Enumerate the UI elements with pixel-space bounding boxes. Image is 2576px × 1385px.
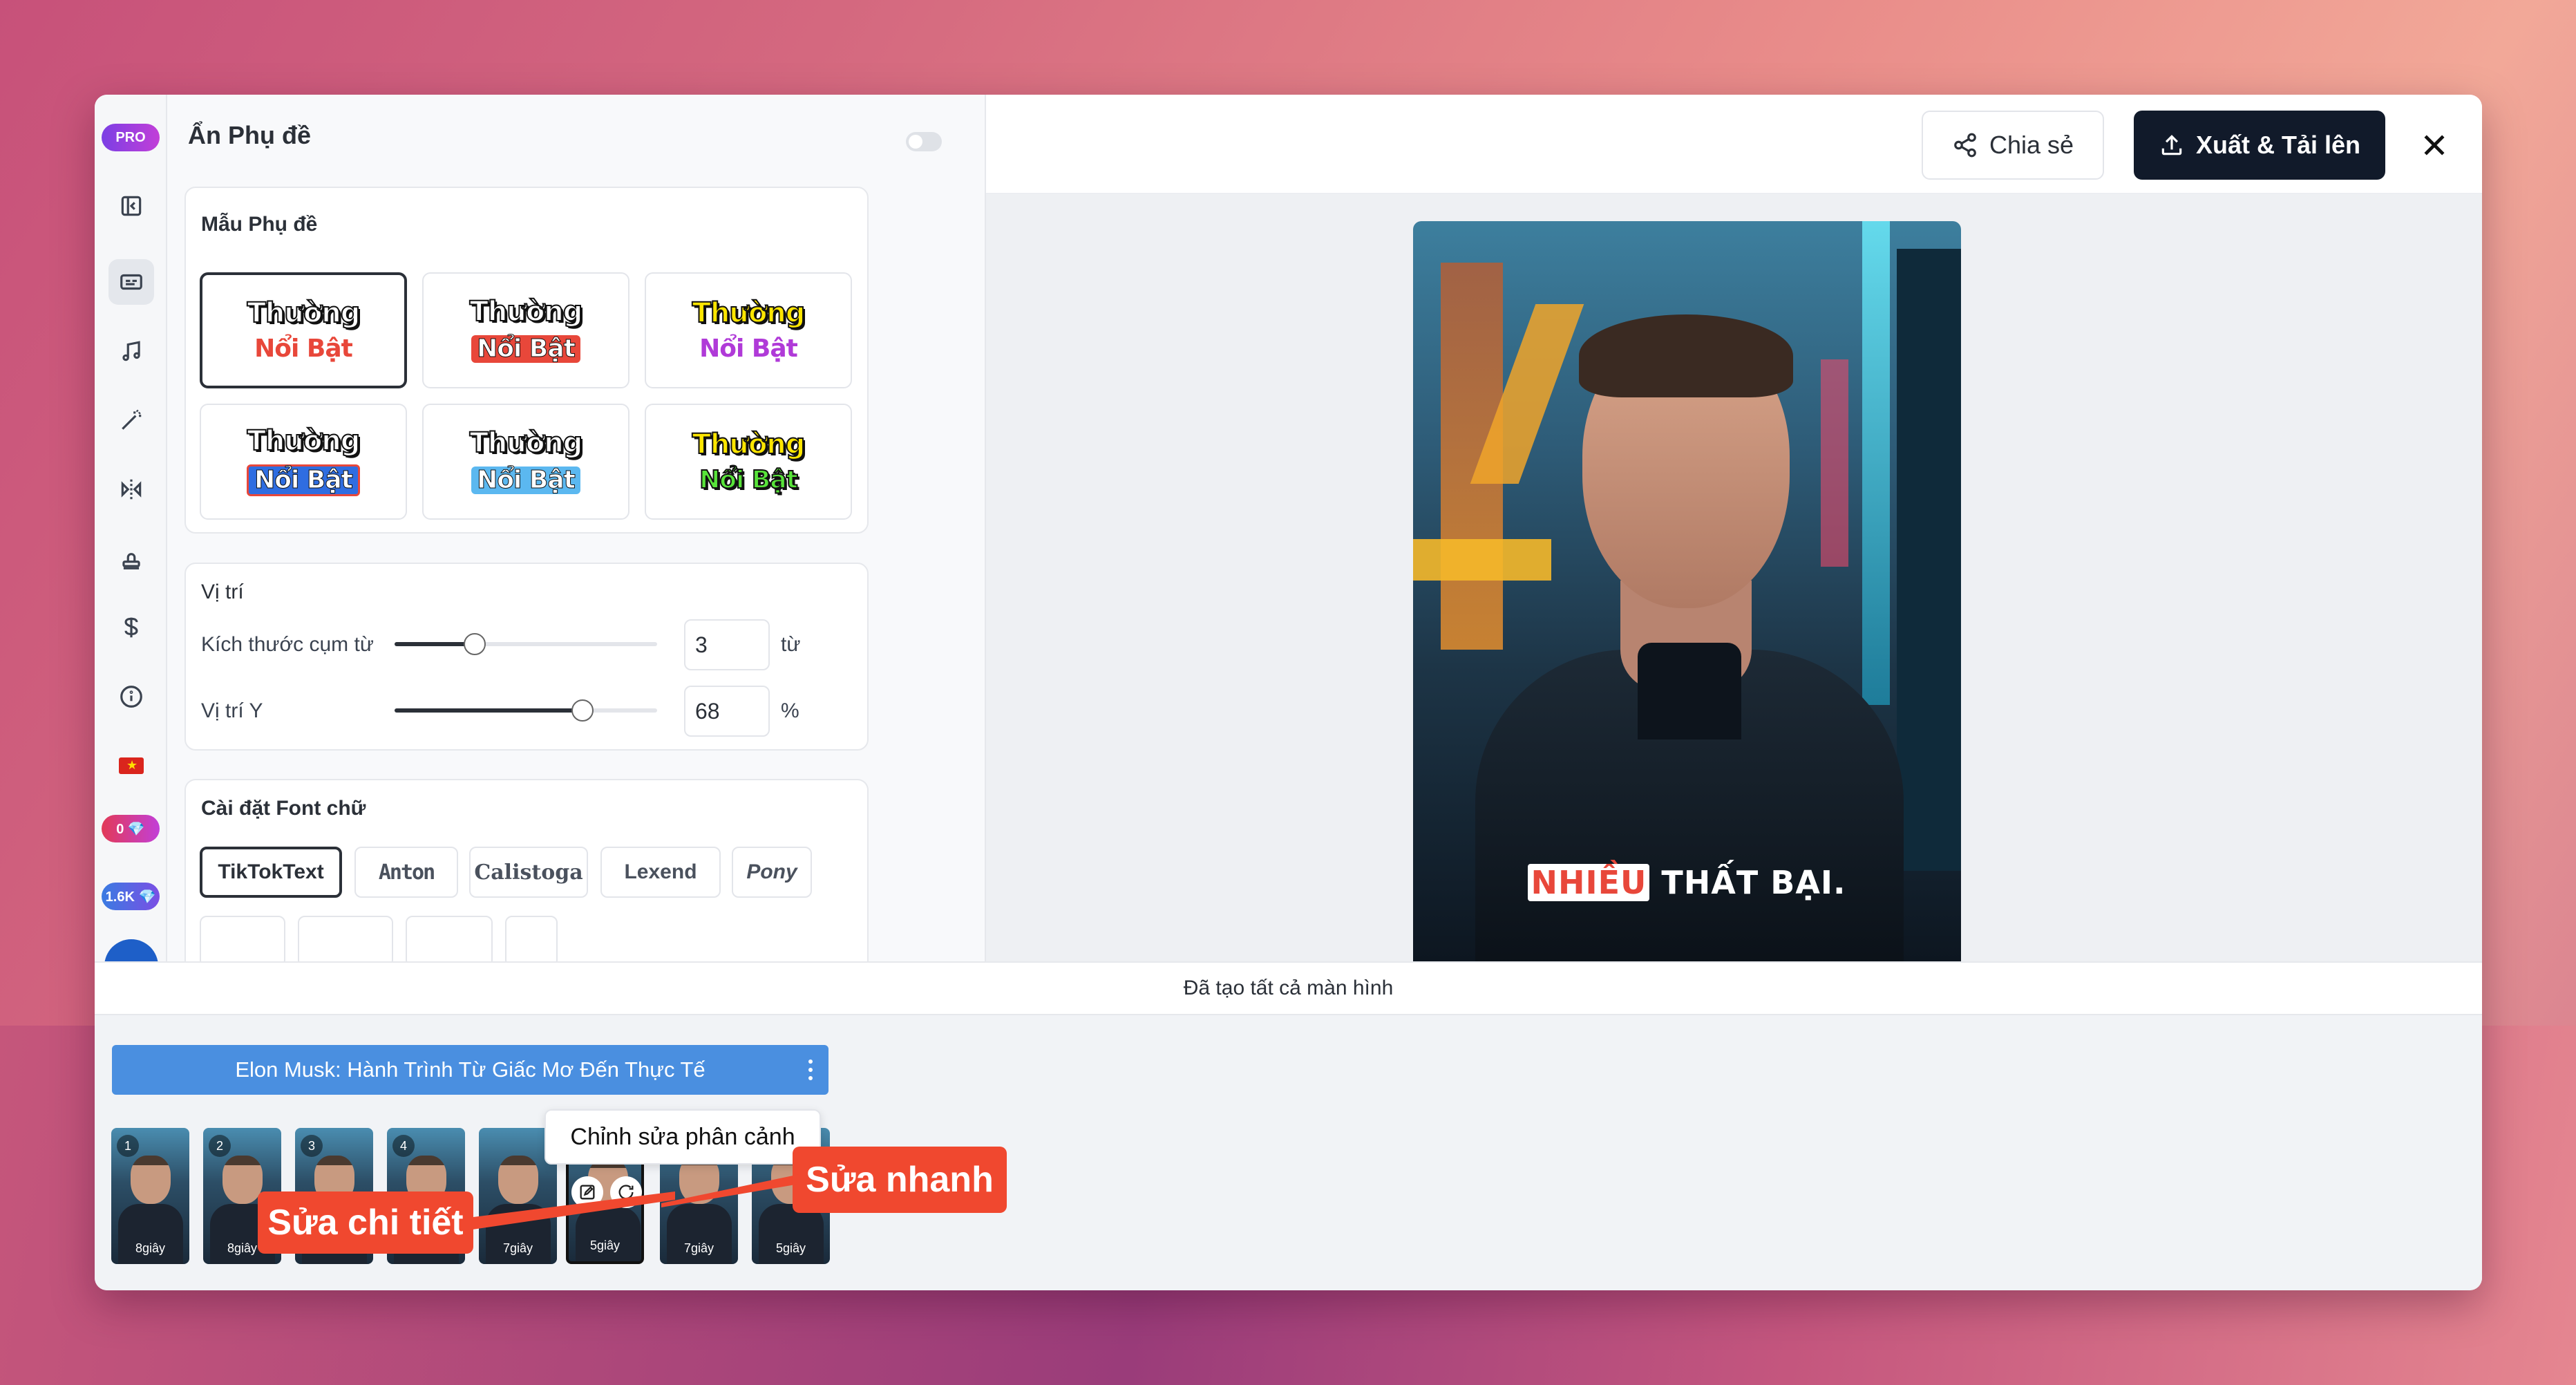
stamp-icon[interactable] — [108, 536, 154, 581]
template-bottom-text: Nổi Bật — [699, 335, 798, 363]
close-button[interactable] — [2412, 122, 2457, 168]
subtitle-settings-panel: Ẩn Phụ đề Mẫu Phụ đề Thường Nổi Bật Thườ… — [167, 95, 986, 967]
template-option-1[interactable]: Thường Nổi Bật — [200, 272, 407, 388]
person-collar — [1638, 643, 1741, 739]
export-label: Xuất & Tải lên — [2195, 131, 2361, 159]
scene-duration: 7giây — [502, 1241, 533, 1255]
scene-number: 2 — [209, 1135, 231, 1157]
position-y-label: Vị trí Y — [201, 699, 263, 722]
detailed-edit-callout: Sửa chi tiết — [258, 1191, 473, 1254]
template-option-5[interactable]: Thường Nổi Bật — [422, 404, 629, 520]
scene-thumbnail[interactable]: 1 8giây — [111, 1128, 189, 1264]
gems-badge[interactable]: 1.6K 💎 — [102, 883, 160, 910]
template-option-6[interactable]: Thường Nổi Bật — [645, 404, 852, 520]
music-icon[interactable] — [108, 328, 154, 374]
template-top-text: Thường — [247, 425, 361, 457]
hide-subtitles-label: Ẩn Phụ đề — [188, 121, 311, 149]
templates-title: Mẫu Phụ đề — [201, 213, 318, 236]
phrase-size-slider[interactable] — [395, 633, 657, 655]
template-top-text: Thường — [469, 296, 584, 328]
magic-wand-icon[interactable] — [108, 397, 154, 443]
subtitles-icon[interactable] — [108, 259, 154, 305]
font-settings-title: Cài đặt Font chữ — [201, 797, 366, 820]
neon-sign — [1413, 539, 1551, 581]
caption-text: THẤT BẠI. — [1661, 864, 1846, 901]
editor-window: PRO ★ 0 💎 1.6K 💎 Ẩn Phụ đề Mẫu Phụ đề Th… — [95, 95, 2482, 1290]
export-upload-button[interactable]: Xuất & Tải lên — [2134, 111, 2385, 180]
upload-icon — [2161, 135, 2182, 156]
font-option-more[interactable] — [406, 916, 493, 967]
scene-number: 3 — [301, 1135, 323, 1157]
template-bottom-text: Nổi Bật — [471, 467, 580, 494]
template-bottom-text: Nổi Bật — [254, 335, 353, 363]
video-caption: NHIỀU THẤT BẠI. — [1413, 864, 1961, 901]
template-option-4[interactable]: Thường Nổi Bật — [200, 404, 407, 520]
project-title: Elon Musk: Hành Trình Từ Giấc Mơ Đến Thự… — [235, 1057, 705, 1082]
video-preview[interactable]: NHIỀU THẤT BẠI. — [1413, 221, 1961, 961]
template-bottom-text: Nổi Bật — [471, 335, 580, 363]
dollar-icon[interactable] — [108, 605, 154, 650]
template-bottom-text: Nổi Bật — [247, 464, 360, 496]
position-y-input[interactable]: 68 — [684, 686, 770, 737]
position-y-unit: % — [781, 699, 799, 722]
font-option-more[interactable] — [200, 916, 285, 967]
collapse-sidebar-icon[interactable] — [108, 183, 154, 229]
credits-badge[interactable]: 0 💎 — [102, 815, 160, 842]
phrase-size-unit: từ — [781, 633, 801, 656]
position-y-knob[interactable] — [571, 699, 594, 722]
font-settings-card: Cài đặt Font chữ TikTokText Anton Calist… — [184, 779, 869, 967]
share-button[interactable]: Chia sẻ — [1922, 111, 2104, 180]
callout-arrow-right — [661, 1174, 799, 1207]
scene-number: 4 — [392, 1135, 415, 1157]
template-bottom-text: Nổi Bật — [699, 466, 799, 494]
quick-edit-callout: Sửa nhanh — [793, 1147, 1007, 1213]
position-title: Vị trí — [201, 581, 244, 603]
font-option-more[interactable] — [505, 916, 558, 967]
scene-duration: 5giây — [775, 1241, 806, 1255]
font-option-tiktoktext[interactable]: TikTokText — [200, 847, 342, 898]
icon-rail: PRO ★ 0 💎 1.6K 💎 — [95, 95, 167, 993]
scene-duration: 7giây — [683, 1241, 714, 1255]
scene-number: 1 — [117, 1135, 139, 1157]
position-y-slider[interactable] — [395, 699, 657, 722]
template-option-3[interactable]: Thường Nổi Bật — [645, 272, 852, 388]
font-option-anton[interactable]: Anton — [354, 847, 458, 898]
font-option-calistoga[interactable]: Calistoga — [469, 847, 588, 898]
info-icon[interactable] — [108, 674, 154, 719]
edit-scene-tooltip: Chỉnh sửa phân cảnh — [544, 1109, 821, 1165]
share-label: Chia sẻ — [1989, 131, 2074, 159]
close-icon — [2424, 135, 2445, 156]
scene-duration: 5giây — [589, 1238, 621, 1252]
template-top-text: Thường — [247, 297, 361, 329]
font-option-lexend[interactable]: Lexend — [600, 847, 721, 898]
template-top-text: Thường — [692, 428, 806, 460]
neon-sign — [1862, 221, 1890, 705]
font-option-more[interactable] — [298, 916, 393, 967]
vietnam-flag-icon[interactable]: ★ — [108, 743, 154, 789]
neon-sign — [1821, 359, 1848, 567]
template-top-text: Thường — [692, 297, 806, 329]
caption-highlight: NHIỀU — [1528, 864, 1650, 901]
hide-subtitles-toggle[interactable] — [906, 132, 942, 151]
phrase-size-input[interactable]: 3 — [684, 619, 770, 670]
project-title-bar[interactable]: Elon Musk: Hành Trình Từ Giấc Mơ Đến Thự… — [112, 1045, 828, 1095]
phrase-size-label: Kích thước cụm từ — [201, 633, 374, 656]
position-card: Vị trí Kích thước cụm từ 3 từ Vị trí Y 6… — [184, 563, 869, 751]
flip-icon[interactable] — [108, 467, 154, 512]
person-hair — [1579, 314, 1793, 397]
more-options-icon[interactable] — [808, 1056, 813, 1084]
scene-duration: 8giây — [135, 1241, 166, 1255]
building — [1897, 249, 1961, 871]
callout-arrow-left — [468, 1191, 675, 1230]
pro-badge[interactable]: PRO — [102, 124, 160, 151]
template-option-2[interactable]: Thường Nổi Bật — [422, 272, 629, 388]
phrase-size-knob[interactable] — [464, 633, 486, 655]
template-top-text: Thường — [469, 427, 584, 459]
share-icon — [1954, 133, 1976, 158]
generation-status: Đã tạo tất cả màn hình — [95, 961, 2482, 1015]
font-option-pony[interactable]: Pony — [732, 847, 812, 898]
subtitle-templates-card: Mẫu Phụ đề Thường Nổi Bật Thường Nổi Bật… — [184, 187, 869, 534]
